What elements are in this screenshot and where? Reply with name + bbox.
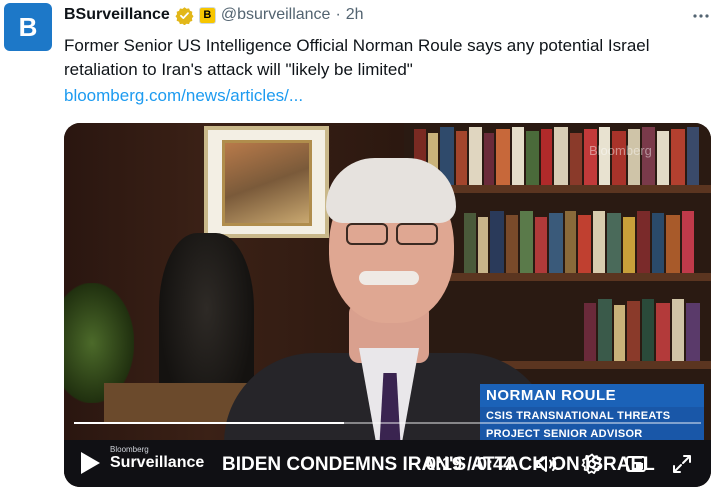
book <box>686 303 700 361</box>
progress-bar[interactable] <box>74 422 701 424</box>
tweet-text: Former Senior US Intelligence Official N… <box>64 36 650 79</box>
article-link[interactable]: bloomberg.com/news/articles/... <box>64 84 303 108</box>
tweet-header: BSurveillance B @bsurveillance · 2h <box>64 4 364 26</box>
bloomberg-watermark: Bloomberg <box>589 143 652 158</box>
affiliate-badge-icon[interactable]: B <box>198 6 216 24</box>
glasses <box>342 223 442 245</box>
book <box>584 303 596 361</box>
settings-gear-icon[interactable] <box>580 452 604 476</box>
lower-third-name: NORMAN ROULE <box>480 384 704 407</box>
book <box>578 215 591 273</box>
book <box>671 129 685 185</box>
book <box>607 213 621 273</box>
book <box>687 127 699 185</box>
book <box>657 131 669 185</box>
book <box>682 211 694 273</box>
brand-large: Surveillance <box>110 454 205 471</box>
book <box>612 131 626 185</box>
progress-fill <box>74 422 344 424</box>
mustache <box>359 271 419 285</box>
fullscreen-icon[interactable] <box>670 452 694 476</box>
book <box>637 211 650 273</box>
more-horizontal-icon[interactable] <box>691 6 711 31</box>
book <box>554 127 568 185</box>
avatar[interactable]: B <box>4 3 52 51</box>
book <box>570 133 582 185</box>
book <box>627 301 640 361</box>
book <box>672 299 684 361</box>
verified-badge-icon[interactable] <box>175 6 194 25</box>
lower-third: NORMAN ROULE CSIS TRANSNATIONAL THREATS … <box>480 384 704 443</box>
book <box>623 217 635 273</box>
video-controls: Bloomberg Surveillance BIDEN CONDEMNS IR… <box>64 440 711 487</box>
display-name[interactable]: BSurveillance <box>64 6 170 24</box>
play-icon[interactable] <box>78 450 102 476</box>
avatar-letter: B <box>18 11 38 42</box>
book <box>642 299 654 361</box>
handle[interactable]: @bsurveillance <box>221 6 331 24</box>
book <box>652 213 664 273</box>
brand-logo: Bloomberg Surveillance <box>110 444 205 471</box>
volume-icon[interactable] <box>534 452 558 476</box>
book <box>565 211 576 273</box>
separator-dot: · <box>335 6 341 23</box>
book <box>593 211 605 273</box>
book <box>614 305 625 361</box>
picture-in-picture-icon[interactable] <box>624 452 648 476</box>
book <box>598 299 612 361</box>
timestamp[interactable]: 2h <box>346 6 364 24</box>
book <box>666 215 680 273</box>
video-player[interactable]: Bloomberg NORMAN ROULE CSIS TRANSNATIONA… <box>64 123 711 487</box>
video-timestamp: 0:19 / 0:44 <box>426 454 514 474</box>
hair <box>326 158 456 223</box>
book <box>656 303 670 361</box>
